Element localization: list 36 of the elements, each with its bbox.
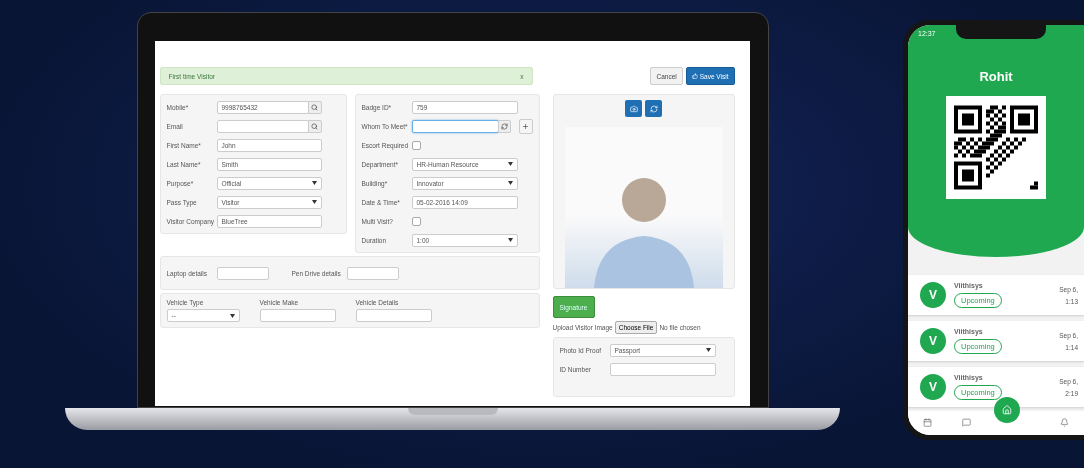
caret-icon [311,200,317,204]
qr-code-icon [946,96,1046,199]
camera-button[interactable] [625,100,642,117]
add-button[interactable] [519,118,533,134]
avatar: V [920,374,946,400]
caret-icon [705,348,711,352]
input-field[interactable] [216,119,309,133]
search-icon [311,122,318,130]
plus-icon [522,122,530,130]
refresh-icon [649,104,658,113]
user-name: Rohit [979,69,1013,84]
checkbox[interactable] [411,140,421,150]
input-field[interactable] [609,362,716,376]
input-field[interactable] [355,309,432,322]
avatar: V [920,282,946,308]
caret-icon [507,238,513,242]
camera-icon [629,104,638,113]
bell-icon[interactable] [1060,417,1070,427]
refresh-icon [501,122,509,130]
input-field[interactable] [216,266,269,280]
caret-icon [311,181,317,185]
chat-icon[interactable] [961,417,971,427]
refresh-button[interactable] [498,119,512,133]
search-icon [311,103,318,111]
caret-icon [229,313,235,318]
caret-icon [507,162,513,166]
input-field[interactable] [346,266,399,280]
avatar: V [920,328,946,354]
input-field[interactable] [411,119,500,133]
input-field[interactable] [259,309,336,322]
refresh-button[interactable] [645,100,662,117]
home-icon [1002,405,1012,415]
checkbox[interactable] [411,216,421,226]
thumbs-up-icon [691,73,698,79]
calendar-icon[interactable] [922,417,932,427]
caret-icon [507,181,513,185]
